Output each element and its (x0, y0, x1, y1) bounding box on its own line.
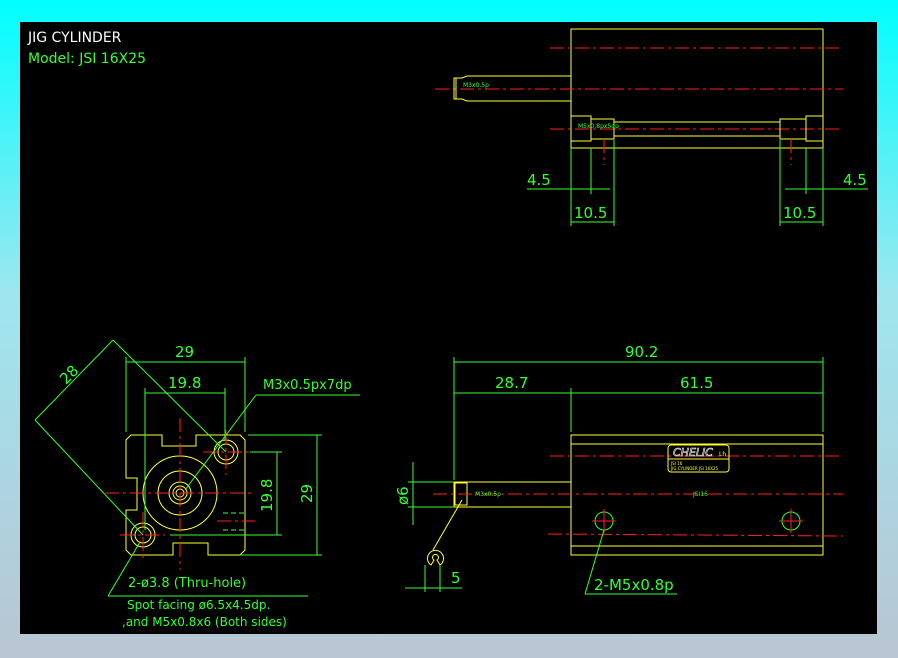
svg-text:JIG CYLINDER JSI 16X25: JIG CYLINDER JSI 16X25 (670, 466, 719, 471)
drawing-title: JIG CYLINDER (27, 30, 122, 46)
dim-rod-diameter: ø6 (394, 486, 412, 505)
wrench-flat-symbol (427, 549, 444, 566)
dim-4-5-right: 4.5 (843, 171, 867, 189)
side-view: M3x0.5p JSI16 CHELIC Lh JSI 16 JIG CYLIN… (394, 343, 844, 595)
model-mark: JSI16 (692, 491, 708, 498)
front-view: 28 29 19.8 19.8 29 M3x0.5px7dp 2-ø3.8 (T… (34, 339, 360, 629)
cad-drawing-canvas: JIG CYLINDER Model: JSI 16X25 M3x0.5p M5… (20, 22, 877, 634)
dim-10-5-left: 10.5 (574, 204, 607, 222)
dim-10-5-right: 10.5 (783, 204, 816, 222)
dim-19-8-h: 19.8 (168, 374, 201, 392)
rod-thread-label: M3x0.5p (475, 491, 501, 498)
spot-facing-note: Spot facing ø6.5x4.5dp. (127, 598, 270, 612)
hole-callout: 2-ø3.8 (Thru-hole) (128, 576, 246, 591)
svg-text:Lh: Lh (719, 451, 726, 458)
port-thread-label: M5x0.8px5dp (578, 123, 619, 130)
dim-61-5: 61.5 (680, 374, 713, 392)
dim-19-8-v: 19.8 (258, 479, 276, 512)
dim-29-width: 29 (175, 343, 194, 361)
dim-28: 28 (56, 362, 82, 388)
dim-wrench-5: 5 (451, 569, 461, 587)
dim-90-2: 90.2 (625, 343, 658, 361)
port-callout: 2-M5x0.8p (594, 576, 674, 594)
top-view: M3x0.5p M5x0.8px5dp 4.5 10.5 10.5 4.5 (435, 28, 868, 226)
model-label: Model: JSI 16X25 (28, 51, 146, 67)
drawing: JIG CYLINDER Model: JSI 16X25 M3x0.5p M5… (27, 28, 868, 629)
end-cap-outline (125, 434, 246, 556)
both-sides-note: ,and M5x0.8x6 (Both sides) (122, 615, 287, 629)
tap-callout: M3x0.5px7dp (263, 378, 352, 393)
dim-29-height: 29 (298, 484, 316, 503)
rod-thread-label: M3x0.5p (463, 82, 489, 89)
brand-logo: CHELIC (673, 446, 713, 459)
dim-28-7: 28.7 (495, 374, 528, 392)
dim-4-5-left: 4.5 (527, 171, 551, 189)
